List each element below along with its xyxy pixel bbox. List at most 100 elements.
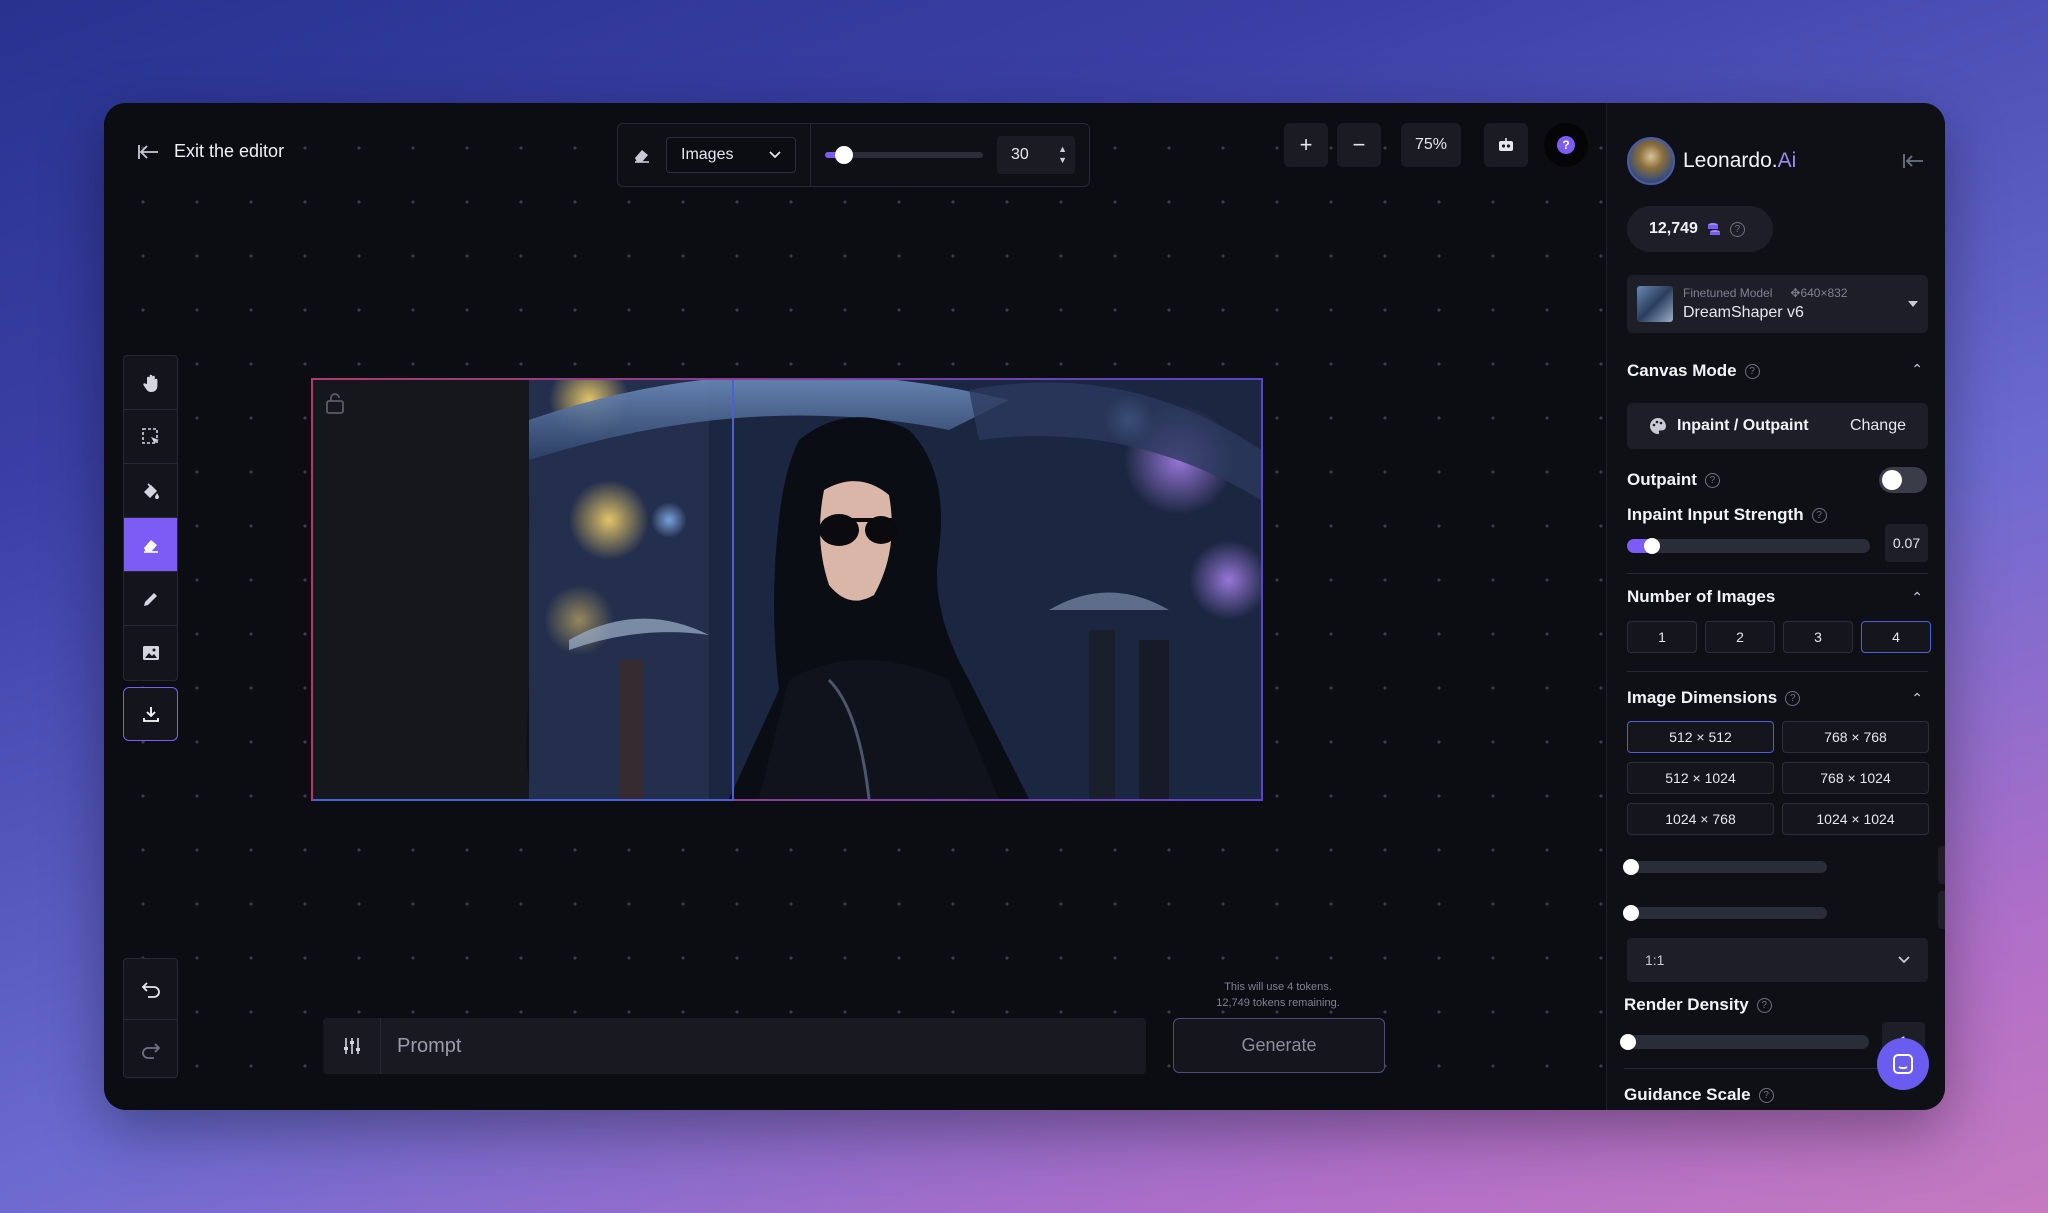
brush-size-input[interactable]: 30 ▲ ▼ xyxy=(997,136,1075,174)
redo-button[interactable] xyxy=(124,1019,177,1079)
render-density-heading: Render Density? xyxy=(1624,995,1772,1015)
help-icon[interactable]: ? xyxy=(1729,221,1745,237)
chat-support-button[interactable] xyxy=(1877,1038,1929,1090)
help-icon[interactable]: ? xyxy=(1811,507,1827,523)
sliders-icon xyxy=(343,1038,360,1054)
settings-panel: Leonardo.Ai 12,749 ? Finetuned Model ✥64… xyxy=(1606,103,1945,1110)
chevron-down-icon xyxy=(769,151,781,159)
prompt-settings-button[interactable] xyxy=(323,1018,381,1074)
download-button[interactable] xyxy=(123,687,178,741)
prompt-bar[interactable]: Prompt xyxy=(323,1018,1146,1074)
num-images-options: 1 2 3 4 xyxy=(1627,621,1931,653)
dimension-option[interactable]: 512 × 512 xyxy=(1627,721,1774,753)
select-tool[interactable] xyxy=(124,410,177,464)
height-slider[interactable] xyxy=(1623,905,1827,921)
help-icon[interactable]: ? xyxy=(1756,997,1772,1013)
prompt-input[interactable]: Prompt xyxy=(397,1035,461,1058)
canvas-mode-value: Inpaint / Outpaint xyxy=(1677,417,1809,434)
help-icon[interactable]: ? xyxy=(1758,1087,1774,1103)
mode-select[interactable]: Images xyxy=(666,137,796,173)
undo-icon xyxy=(141,982,160,998)
zoom-level[interactable]: 75% xyxy=(1401,123,1461,167)
divider xyxy=(1627,573,1928,574)
aspect-ratio-select[interactable]: 1:1 xyxy=(1627,938,1928,982)
width-slider-knob[interactable] xyxy=(1623,859,1639,875)
num-images-2[interactable]: 2 xyxy=(1705,621,1775,653)
robot-icon xyxy=(1499,138,1513,151)
image-tool[interactable] xyxy=(124,626,177,680)
toolbar-divider xyxy=(810,124,811,186)
brush-size-slider[interactable] xyxy=(825,146,983,164)
bot-button[interactable] xyxy=(1484,123,1528,167)
redo-icon xyxy=(141,1042,160,1059)
num-images-1[interactable]: 1 xyxy=(1627,621,1697,653)
tool-palette xyxy=(123,355,178,681)
model-selector[interactable]: Finetuned Model ✥640×832 DreamShaper v6 xyxy=(1627,275,1928,333)
exit-label: Exit the editor xyxy=(174,141,285,161)
hand-icon xyxy=(142,374,157,392)
collapse-panel-button[interactable] xyxy=(1903,153,1925,174)
selection-box[interactable] xyxy=(313,380,734,801)
coins-icon xyxy=(1707,223,1720,235)
inpaint-strength-value[interactable]: 0.07 xyxy=(1885,524,1928,562)
chat-icon xyxy=(1893,1054,1913,1074)
exit-editor-button[interactable]: Exit the editor xyxy=(138,141,284,162)
dimension-options: 512 × 512 768 × 768 512 × 1024 768 × 102… xyxy=(1627,721,1929,835)
num-images-4[interactable]: 4 xyxy=(1861,621,1931,653)
stepper-arrows-icon[interactable]: ▲ ▼ xyxy=(1058,144,1067,166)
undo-button[interactable] xyxy=(124,959,177,1019)
model-kind: Finetuned Model xyxy=(1683,286,1773,300)
brush-size-knob[interactable] xyxy=(834,146,853,164)
canvas-area[interactable]: Exit the editor Images 30 ▲ ▼ + − 75% ? … xyxy=(104,103,1606,1110)
exit-arrow-icon xyxy=(138,144,158,159)
zoom-in-button[interactable]: + xyxy=(1284,123,1328,167)
width-field[interactable]: W 512 px xyxy=(1938,846,1945,884)
history-controls xyxy=(123,958,178,1078)
chevron-down-icon xyxy=(1898,956,1910,964)
num-images-title: Number of Images xyxy=(1627,587,1776,606)
render-density-track-knob[interactable] xyxy=(1620,1034,1636,1050)
collapse-arrow-icon xyxy=(1903,154,1923,168)
inpaint-strength-slider[interactable] xyxy=(1627,538,1870,554)
toggle-knob xyxy=(1882,470,1902,490)
help-icon[interactable]: ? xyxy=(1744,363,1760,379)
help-button[interactable]: ? xyxy=(1544,123,1588,167)
help-icon[interactable]: ? xyxy=(1785,690,1801,706)
inpaint-strength-label: Inpaint Input Strength? xyxy=(1627,505,1827,525)
pencil-tool[interactable] xyxy=(124,572,177,626)
height-slider-knob[interactable] xyxy=(1623,905,1639,921)
dimension-option[interactable]: 1024 × 1024 xyxy=(1782,803,1929,835)
guidance-scale-title: Guidance Scale? xyxy=(1624,1085,1774,1105)
token-balance: 12,749 ? xyxy=(1627,206,1773,252)
canvas-image-frame[interactable] xyxy=(311,378,1263,801)
dimension-option[interactable]: 512 × 1024 xyxy=(1627,762,1774,794)
help-icon[interactable]: ? xyxy=(1704,472,1720,488)
chevron-up-icon[interactable]: ⌃ xyxy=(1911,690,1923,707)
image-icon xyxy=(142,646,159,660)
token-note-line1: This will use 4 tokens. xyxy=(1224,981,1332,993)
dimension-option[interactable]: 1024 × 768 xyxy=(1627,803,1774,835)
render-density-track[interactable] xyxy=(1620,1034,1869,1050)
num-images-3[interactable]: 3 xyxy=(1783,621,1853,653)
eraser-icon[interactable] xyxy=(618,145,666,165)
dimension-option[interactable]: 768 × 1024 xyxy=(1782,762,1929,794)
image-dimensions-title: Image Dimensions? xyxy=(1627,688,1801,708)
brand-name: Leonardo.Ai xyxy=(1683,149,1797,172)
caret-down-icon xyxy=(1908,301,1918,307)
eraser-tool[interactable] xyxy=(124,518,177,572)
inpaint-strength-knob[interactable] xyxy=(1644,538,1660,554)
generate-button[interactable]: Generate xyxy=(1173,1018,1385,1073)
token-note-line2: 12,749 tokens remaining. xyxy=(1216,997,1340,1009)
zoom-out-button[interactable]: − xyxy=(1337,123,1381,167)
change-mode-button[interactable]: Change xyxy=(1850,417,1906,435)
chevron-up-icon[interactable]: ⌃ xyxy=(1911,361,1923,378)
pan-tool[interactable] xyxy=(124,356,177,410)
chevron-up-icon[interactable]: ⌃ xyxy=(1911,589,1923,606)
brand: Leonardo.Ai xyxy=(1627,137,1796,185)
width-slider[interactable] xyxy=(1623,859,1827,875)
height-field[interactable]: H 512 px xyxy=(1938,891,1945,929)
outpaint-toggle[interactable] xyxy=(1879,467,1927,493)
aspect-ratio-value: 1:1 xyxy=(1645,952,1665,968)
dimension-option[interactable]: 768 × 768 xyxy=(1782,721,1929,753)
paint-bucket-tool[interactable] xyxy=(124,464,177,518)
